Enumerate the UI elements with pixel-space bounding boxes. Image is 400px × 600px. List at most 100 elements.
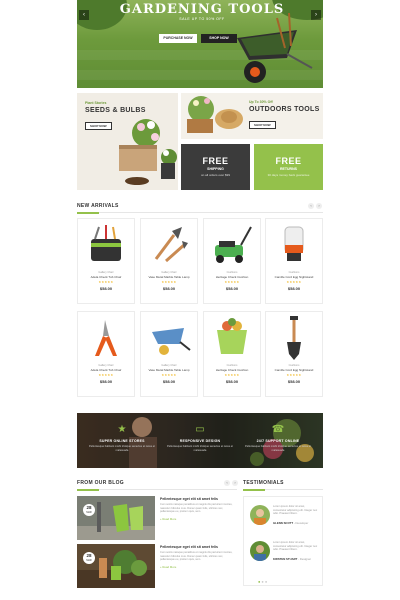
product-price: $58.00	[162, 379, 176, 384]
free-returns-big: FREE	[275, 156, 302, 166]
wheelbarrow-icon[interactable]	[141, 312, 197, 362]
product-category: Gallery Chair	[161, 271, 177, 274]
product-price: $58.00	[99, 286, 113, 291]
product-card[interactable]: Cushions Heritage Check Cushion ★★★★★ $58.0…	[203, 311, 261, 397]
blog-next-icon[interactable]: ›	[232, 480, 238, 486]
blog-post-image[interactable]: 28 MAR	[77, 544, 155, 588]
new-arrivals-heading: NEW ARRIVALS	[77, 203, 119, 209]
shovel-icon[interactable]	[266, 312, 322, 362]
seeds-eyebrow: Plant Stories	[85, 101, 107, 105]
feature-item: ▭ RESPONSIVE DESIGN Pellentesque habitant …	[165, 424, 235, 452]
product-price: $58.00	[162, 286, 176, 291]
hero-next-arrow-icon[interactable]: ›	[311, 10, 321, 20]
testimonials-heading: TESTIMONIALS	[243, 480, 284, 486]
blog-post-image[interactable]: 28 MAR	[77, 496, 155, 540]
product-rating: ★★★★★	[286, 280, 302, 284]
seeds-bulbs-banner[interactable]: Plant Stories SEEDS & BULBS SHOP NOW	[77, 93, 178, 190]
feature-desc: Pellentesque habitant morbi tristique se…	[245, 445, 311, 452]
free-shipping-box: FREE SHIPPING on all orders over $99	[181, 144, 250, 190]
blog-date-badge: 28 MAR	[83, 504, 95, 516]
lawn-mower-icon[interactable]	[204, 219, 260, 269]
product-name[interactable]: Heritage Check Cushion	[204, 368, 260, 372]
avatar	[250, 541, 270, 561]
free-shipping-note: on all orders over $99	[200, 173, 231, 177]
blog-prev-icon[interactable]: ‹	[224, 480, 230, 486]
features-strip: ★ SUPER ONLINE STORES Pellentesque habitan…	[77, 413, 323, 468]
free-returns-box: FREE RETURNS 30 days money back guarante…	[254, 144, 323, 190]
product-card[interactable]: Cushions Heritage Check Cushion ★★★★★ $58.0…	[203, 218, 261, 304]
arrivals-next-icon[interactable]: ›	[316, 203, 322, 209]
garden-tools-basket-image	[187, 96, 243, 133]
blog-post[interactable]: 28 MAR Pellentesque eget elit sit amet f…	[77, 544, 237, 588]
product-card[interactable]: Gallery Chair Vase Metal Marble Table Lam…	[140, 311, 198, 397]
tool-bag-icon[interactable]	[78, 219, 134, 269]
planter-bucket-icon[interactable]	[204, 312, 260, 362]
blog-post-excerpt: Cum sociis natoque penatibus et magnis d…	[160, 551, 233, 562]
blog-heading: FROM OUR BLOG	[77, 480, 124, 486]
seeds-title: SEEDS & BULBS	[85, 107, 146, 114]
product-rating: ★★★★★	[98, 280, 114, 284]
product-name[interactable]: Camille Cord Egg Nightstand	[266, 275, 322, 279]
testimonial-quote: Lorem ipsum dolor sit amet, consectetur …	[273, 541, 318, 552]
product-name[interactable]: Vase Metal Marble Table Lamp	[141, 368, 197, 372]
read-more-link[interactable]: + Read More	[160, 565, 237, 569]
seeds-shop-now-button[interactable]: SHOP NOW	[85, 122, 112, 130]
product-rating: ★★★★★	[161, 373, 177, 377]
product-card[interactable]: Gallery Chair Adela Check Tub Chair ★★★★★ $…	[77, 311, 135, 397]
free-shipping-big: FREE	[202, 156, 229, 166]
star-icon: ★	[117, 424, 127, 435]
product-category: Cushions	[288, 364, 300, 367]
testimonial-author: KIRSTEN STUART - Designer	[273, 557, 312, 561]
hero-title: GARDENING TOOLS	[119, 2, 285, 17]
product-name[interactable]: Vase Metal Marble Table Lamp	[141, 275, 197, 279]
testimonials-box: Lorem ipsum dolor sit amet, consectetur …	[243, 496, 323, 586]
product-name[interactable]: Heritage Check Cushion	[204, 275, 260, 279]
testimonial-pagination[interactable]: ●●●	[258, 579, 268, 584]
outdoors-tools-banner[interactable]: Up To 30% Off OUTDOORS TOOLS SHOP NOW	[181, 93, 323, 139]
product-rating: ★★★★★	[161, 280, 177, 284]
blog-date-badge: 28 MAR	[83, 552, 95, 564]
hand-tools-icon[interactable]	[141, 219, 197, 269]
product-category: Gallery Chair	[98, 271, 114, 274]
product-card[interactable]: Cushions Camille Cord Egg Nightstand ★★★★★…	[265, 218, 323, 304]
avatar	[250, 505, 270, 525]
product-card[interactable]: Cushions Camille Cord Egg Nightstand ★★★★★…	[265, 311, 323, 397]
pruning-shears-icon[interactable]	[78, 312, 134, 362]
product-category: Cushions	[226, 271, 238, 274]
monitor-icon: ▭	[195, 424, 205, 435]
feature-desc: Pellentesque habitant morbi tristique se…	[89, 445, 155, 452]
product-card[interactable]: Gallery Chair Adela Check Tub Chair ★★★★★ $…	[77, 218, 135, 304]
product-card[interactable]: Gallery Chair Vase Metal Marble Table Lam…	[140, 218, 198, 304]
product-category: Cushions	[226, 364, 238, 367]
product-price: $58.00	[225, 379, 239, 384]
product-category: Gallery Chair	[161, 364, 177, 367]
blog-post-title[interactable]: Pellentesque eget elit sit amet felis	[160, 497, 237, 501]
product-rating: ★★★★★	[224, 373, 240, 377]
hero-subtitle: SALE UP TO 50% OFF	[179, 17, 225, 21]
garden-gloves-icon[interactable]	[266, 219, 322, 269]
outdoor-shop-now-button[interactable]: SHOP NOW	[249, 121, 276, 129]
feature-item: ★ SUPER ONLINE STORES Pellentesque habitan…	[87, 424, 157, 452]
section-divider	[77, 211, 323, 214]
feature-title: 24/7 SUPPORT ONLINE	[256, 439, 300, 443]
hero-prev-arrow-icon[interactable]: ‹	[79, 10, 89, 20]
arrivals-prev-icon[interactable]: ‹	[308, 203, 314, 209]
purchase-now-button[interactable]: PURCHASE NOW	[159, 34, 197, 43]
product-rating: ★★★★★	[224, 280, 240, 284]
outdoor-title: OUTDOORS TOOLS	[249, 106, 320, 113]
read-more-link[interactable]: + Read More	[160, 517, 237, 521]
free-returns-label: RETURNS	[280, 167, 297, 171]
product-price: $58.00	[287, 286, 301, 291]
support-icon: ☎	[271, 424, 285, 435]
outdoor-eyebrow: Up To 30% Off	[249, 100, 273, 104]
blog-post-title[interactable]: Pellentesque eget elit sit amet felis	[160, 545, 237, 549]
shop-now-button[interactable]: SHOP NOW	[201, 34, 237, 43]
feature-title: SUPER ONLINE STORES	[99, 439, 145, 443]
free-shipping-label: SHIPPING	[207, 167, 224, 171]
testimonial-author: GLENN SCOTT - Developer	[273, 521, 309, 525]
blog-post[interactable]: 28 MAR Pellentesque eget elit sit amet f…	[77, 496, 237, 540]
product-name[interactable]: Camille Cord Egg Nightstand	[266, 368, 322, 372]
product-name[interactable]: Adela Check Tub Chair	[78, 275, 134, 279]
free-returns-note: 30 days money back guarantee	[267, 173, 310, 177]
product-name[interactable]: Adela Check Tub Chair	[78, 368, 134, 372]
